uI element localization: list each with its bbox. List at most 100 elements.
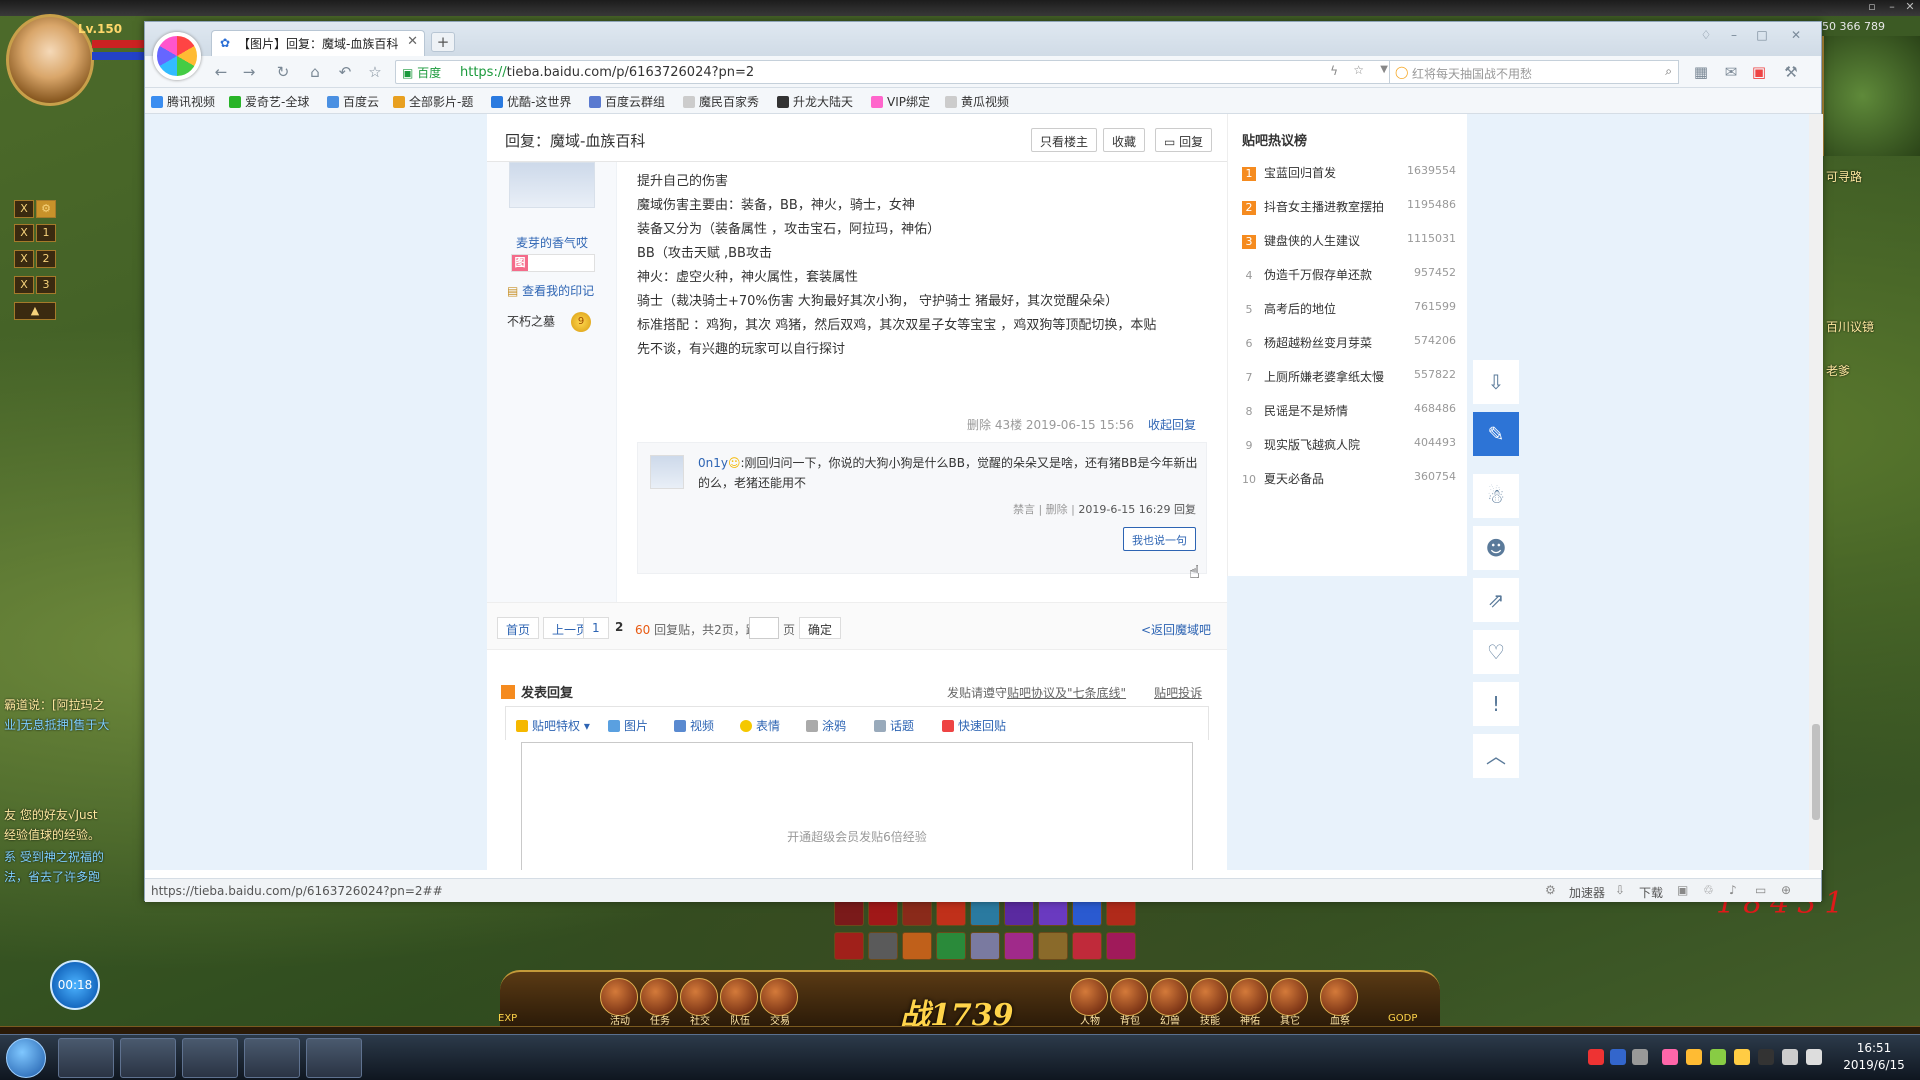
bookmark[interactable]: 黄瓜视频 xyxy=(945,93,1009,110)
favorite-icon[interactable]: ☆ xyxy=(365,62,385,82)
dropdown-icon[interactable]: ▼ xyxy=(1380,64,1388,75)
skill-slot[interactable] xyxy=(936,932,966,960)
shirt-icon[interactable]: ♢ xyxy=(1695,26,1717,44)
tray-icon[interactable] xyxy=(1710,1049,1726,1065)
skill-slot[interactable] xyxy=(902,932,932,960)
skill-slot[interactable] xyxy=(1038,932,1068,960)
minimize-icon[interactable]: – xyxy=(1723,26,1745,44)
game-minimize-button[interactable]: ▫ xyxy=(1864,1,1880,13)
bookmark[interactable]: 升龙大陆天 xyxy=(777,93,853,110)
list-item[interactable]: 5 高考后的地位 761599 xyxy=(1242,300,1457,320)
report-icon[interactable]: ! xyxy=(1473,682,1519,726)
avatar[interactable] xyxy=(509,162,595,208)
bookmark[interactable]: 腾讯视频 xyxy=(151,93,215,110)
menu-button-quest[interactable]: 任务 xyxy=(640,978,678,1027)
list-item[interactable]: 4 伪造千万假存单还款 957452 xyxy=(1242,266,1457,286)
taskbar-app[interactable] xyxy=(182,1038,238,1078)
close-icon[interactable]: ✕ xyxy=(407,34,418,49)
hud-slot[interactable]: 3 xyxy=(36,276,56,294)
bookmark[interactable]: 优酷-这世界 xyxy=(491,93,571,110)
app-icon[interactable]: ▣ xyxy=(1749,62,1769,82)
menu-button-social[interactable]: 社交 xyxy=(680,978,718,1027)
favorite-button[interactable]: 收藏 xyxy=(1103,128,1146,152)
refresh-icon[interactable]: ↻ xyxy=(273,62,293,82)
hud-slot[interactable]: ⚙ xyxy=(36,200,56,218)
hud-slot[interactable]: X xyxy=(14,276,34,294)
pathfind-label[interactable]: 可寻路 xyxy=(1826,168,1862,185)
close-window-icon[interactable]: ✕ xyxy=(1785,26,1807,44)
grid-icon[interactable]: ▦ xyxy=(1691,62,1711,82)
back-to-top-icon[interactable]: ︿ xyxy=(1473,734,1519,778)
list-item[interactable]: 9 现实版飞越疯人院 404493 xyxy=(1242,436,1457,456)
privilege-tool[interactable]: 贴吧特权 ▾ xyxy=(516,717,590,734)
topic-tool[interactable]: 话题 xyxy=(874,717,914,734)
search-engine-icon[interactable]: ◯ xyxy=(1395,65,1408,79)
tray-sogou-icon[interactable] xyxy=(1588,1049,1604,1065)
menu-button-team[interactable]: 队伍 xyxy=(720,978,758,1027)
imprint-link[interactable]: ▤ 查看我的印记 xyxy=(507,282,594,299)
say-something-button[interactable]: 我也说一句 xyxy=(1123,527,1196,551)
tray-icon[interactable] xyxy=(1662,1049,1678,1065)
agreement-link[interactable]: 贴吧协议及"七条底线" xyxy=(1007,686,1126,700)
accelerator-label[interactable]: 加速器 xyxy=(1569,884,1605,901)
skill-slot[interactable] xyxy=(1004,932,1034,960)
collapse-arrow-icon[interactable]: ▲ xyxy=(14,302,56,320)
menu-button-trade[interactable]: 交易 xyxy=(760,978,798,1027)
menu-button-pet[interactable]: 幻兽 xyxy=(1150,978,1188,1027)
taskbar-game[interactable] xyxy=(306,1038,362,1078)
download-app-icon[interactable]: ⇩ xyxy=(1473,360,1519,404)
doodle-tool[interactable]: 涂鸦 xyxy=(806,717,846,734)
tray-icon[interactable] xyxy=(1734,1049,1750,1065)
complain-link[interactable]: 贴吧投诉 xyxy=(1154,686,1202,700)
quick-reply-tool[interactable]: 快速回贴 xyxy=(942,717,1006,734)
search-input[interactable]: ◯ 红将每天抽国战不用愁 ⌕ xyxy=(1389,60,1679,84)
first-page-button[interactable]: 首页 xyxy=(497,617,540,639)
reply-button[interactable]: ▭ 回复 xyxy=(1155,128,1213,152)
skill-slot[interactable] xyxy=(970,932,1000,960)
hud-slot[interactable]: X xyxy=(14,224,34,242)
download-label[interactable]: 下载 xyxy=(1639,884,1663,901)
menu-button-bless[interactable]: 神佑 xyxy=(1230,978,1268,1027)
taskbar-app[interactable] xyxy=(244,1038,300,1078)
bookmark[interactable]: 百度云 xyxy=(327,93,379,110)
list-item[interactable]: 1 宝蓝回归首发 1639554 xyxy=(1242,164,1456,184)
skill-slot[interactable] xyxy=(868,898,898,926)
menu-button-bag[interactable]: 背包 xyxy=(1110,978,1148,1027)
back-to-forum-link[interactable]: <返回魔域吧 xyxy=(1141,621,1211,638)
skill-slot[interactable] xyxy=(868,932,898,960)
tray-icon[interactable] xyxy=(1632,1049,1648,1065)
restore-icon[interactable]: □ xyxy=(1751,26,1773,44)
countdown-timer[interactable]: 00:18 xyxy=(50,960,100,1010)
start-button[interactable] xyxy=(6,1038,46,1078)
list-item[interactable]: 7 上厕所嫌老婆拿纸太慢 557822 xyxy=(1242,368,1457,388)
taskbar-explorer[interactable] xyxy=(120,1038,176,1078)
sub-reply-actions[interactable]: 禁言 | 删除 | xyxy=(1013,503,1078,516)
skill-slot[interactable] xyxy=(936,898,966,926)
download-icon[interactable]: ⇩ xyxy=(1615,883,1625,897)
forward-icon[interactable]: → xyxy=(239,62,259,82)
browser-logo-icon[interactable] xyxy=(153,32,201,80)
tray-help-icon[interactable] xyxy=(1610,1049,1626,1065)
screen-icon[interactable]: ▭ xyxy=(1755,883,1766,897)
skill-slot[interactable] xyxy=(1038,898,1068,926)
star-icon[interactable]: ☆ xyxy=(1353,63,1364,77)
bookmark[interactable]: 百度云群组 xyxy=(589,93,665,110)
lightning-icon[interactable]: ϟ xyxy=(1330,64,1338,78)
zoom-icon[interactable]: ⊕ xyxy=(1781,883,1791,897)
fold-reply-link[interactable]: 收起回复 xyxy=(1148,418,1196,432)
message-icon[interactable]: ✉ xyxy=(1721,62,1741,82)
url-text[interactable]: https://tieba.baidu.com/p/6163726024?pn=… xyxy=(460,65,754,80)
bear-icon[interactable]: ☻ xyxy=(1473,526,1519,570)
browser-tab[interactable]: ✿ 【图片】回复：魔域-血族百科 ✕ xyxy=(211,30,425,56)
tray-qq-icon[interactable] xyxy=(1758,1049,1774,1065)
tray-volume-icon[interactable] xyxy=(1782,1049,1798,1065)
comment-icon[interactable]: ✎ xyxy=(1473,412,1519,456)
heart-icon[interactable]: ♡ xyxy=(1473,630,1519,674)
minimap[interactable] xyxy=(1822,36,1920,156)
menu-button-blood[interactable]: 血祭 xyxy=(1320,978,1358,1027)
video-tool[interactable]: 视频 xyxy=(674,717,714,734)
skill-slot[interactable] xyxy=(834,932,864,960)
menu-button-skill[interactable]: 技能 xyxy=(1190,978,1228,1027)
scrollbar-thumb[interactable] xyxy=(1812,724,1820,820)
bookmark[interactable]: 全部影片-题 xyxy=(393,93,473,110)
